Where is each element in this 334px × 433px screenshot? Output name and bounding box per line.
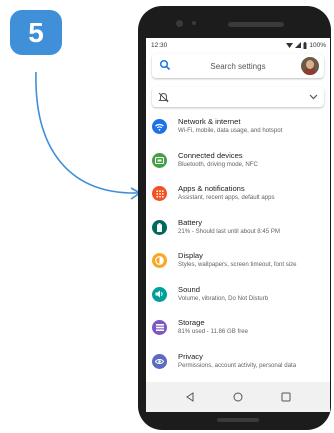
settings-item-battery[interactable]: Battery 21% - Should last until about 8:… xyxy=(146,218,330,252)
settings-item-subtitle: Assistant, recent apps, default apps xyxy=(178,194,275,201)
settings-item-sound[interactable]: Sound Volume, vibration, Do Not Disturb xyxy=(146,285,330,319)
apps-icon xyxy=(152,186,167,201)
devices-icon xyxy=(152,152,167,168)
battery-status-icon xyxy=(303,41,307,49)
settings-item-subtitle: 21% - Should last until about 8:45 PM xyxy=(178,227,280,235)
sensor-dot xyxy=(192,21,196,25)
avatar[interactable] xyxy=(301,57,319,75)
notifications-off-icon xyxy=(158,92,169,102)
battery-percent: 100% xyxy=(309,41,326,49)
settings-item-display[interactable]: Display Styles, wallpapers, screen timeo… xyxy=(146,251,330,285)
search-icon xyxy=(159,59,171,71)
settings-item-subtitle: Bluetooth, driving mode, NFC xyxy=(178,160,258,168)
settings-item-title: Sound xyxy=(178,284,200,294)
settings-list: Network & internet Wi-Fi, mobile, data u… xyxy=(146,117,330,385)
settings-item-subtitle: Volume, vibration, Do Not Disturb xyxy=(178,294,269,302)
settings-item-storage[interactable]: Storage 81% used - 11.86 GB free xyxy=(146,318,330,352)
settings-item-subtitle: Styles, wallpapers, screen timeout, font… xyxy=(178,261,297,268)
back-icon[interactable] xyxy=(185,392,195,402)
settings-item-title: Apps & notifications xyxy=(178,184,245,193)
sound-icon xyxy=(152,286,167,302)
chevron-down-icon[interactable] xyxy=(309,94,318,100)
phone-screen: 12:30 100% Search settings Network & int… xyxy=(146,38,330,412)
settings-item-subtitle: Permissions, account activity, personal … xyxy=(178,361,297,369)
recents-icon[interactable] xyxy=(281,392,291,402)
bottom-speaker xyxy=(217,418,259,422)
settings-item-subtitle: 81% used - 11.86 GB free xyxy=(178,328,249,335)
settings-item-title: Privacy xyxy=(178,351,203,361)
settings-item-apps-notifications[interactable]: Apps & notifications Assistant, recent a… xyxy=(146,184,330,218)
storage-icon xyxy=(152,320,167,335)
speaker-grille xyxy=(228,22,284,27)
status-bar: 12:30 100% xyxy=(146,38,330,52)
home-icon[interactable] xyxy=(233,392,243,402)
search-bar[interactable]: Search settings xyxy=(152,54,324,78)
settings-item-privacy[interactable]: Privacy Permissions, account activity, p… xyxy=(146,352,330,386)
search-placeholder: Search settings xyxy=(210,61,266,71)
camera-dot xyxy=(176,20,183,27)
settings-item-title: Storage xyxy=(178,318,205,327)
settings-item-network[interactable]: Network & internet Wi-Fi, mobile, data u… xyxy=(146,117,330,151)
settings-item-title: Network & internet xyxy=(178,117,241,126)
wifi-status-icon xyxy=(286,43,294,48)
settings-item-title: Display xyxy=(178,251,203,260)
battery-icon xyxy=(152,219,167,235)
signal-icon xyxy=(295,42,302,48)
navigation-bar xyxy=(146,382,330,412)
wifi-icon xyxy=(152,119,167,134)
settings-item-title: Battery xyxy=(178,217,203,227)
status-time: 12:30 xyxy=(151,41,168,49)
display-icon xyxy=(152,253,167,268)
settings-item-connected-devices[interactable]: Connected devices Bluetooth, driving mod… xyxy=(146,151,330,185)
privacy-icon xyxy=(152,353,167,369)
settings-item-subtitle: Wi-Fi, mobile, data usage, and hotspot xyxy=(178,127,283,134)
do-not-disturb-suggestion[interactable] xyxy=(152,87,324,107)
settings-item-title: Connected devices xyxy=(178,150,243,160)
